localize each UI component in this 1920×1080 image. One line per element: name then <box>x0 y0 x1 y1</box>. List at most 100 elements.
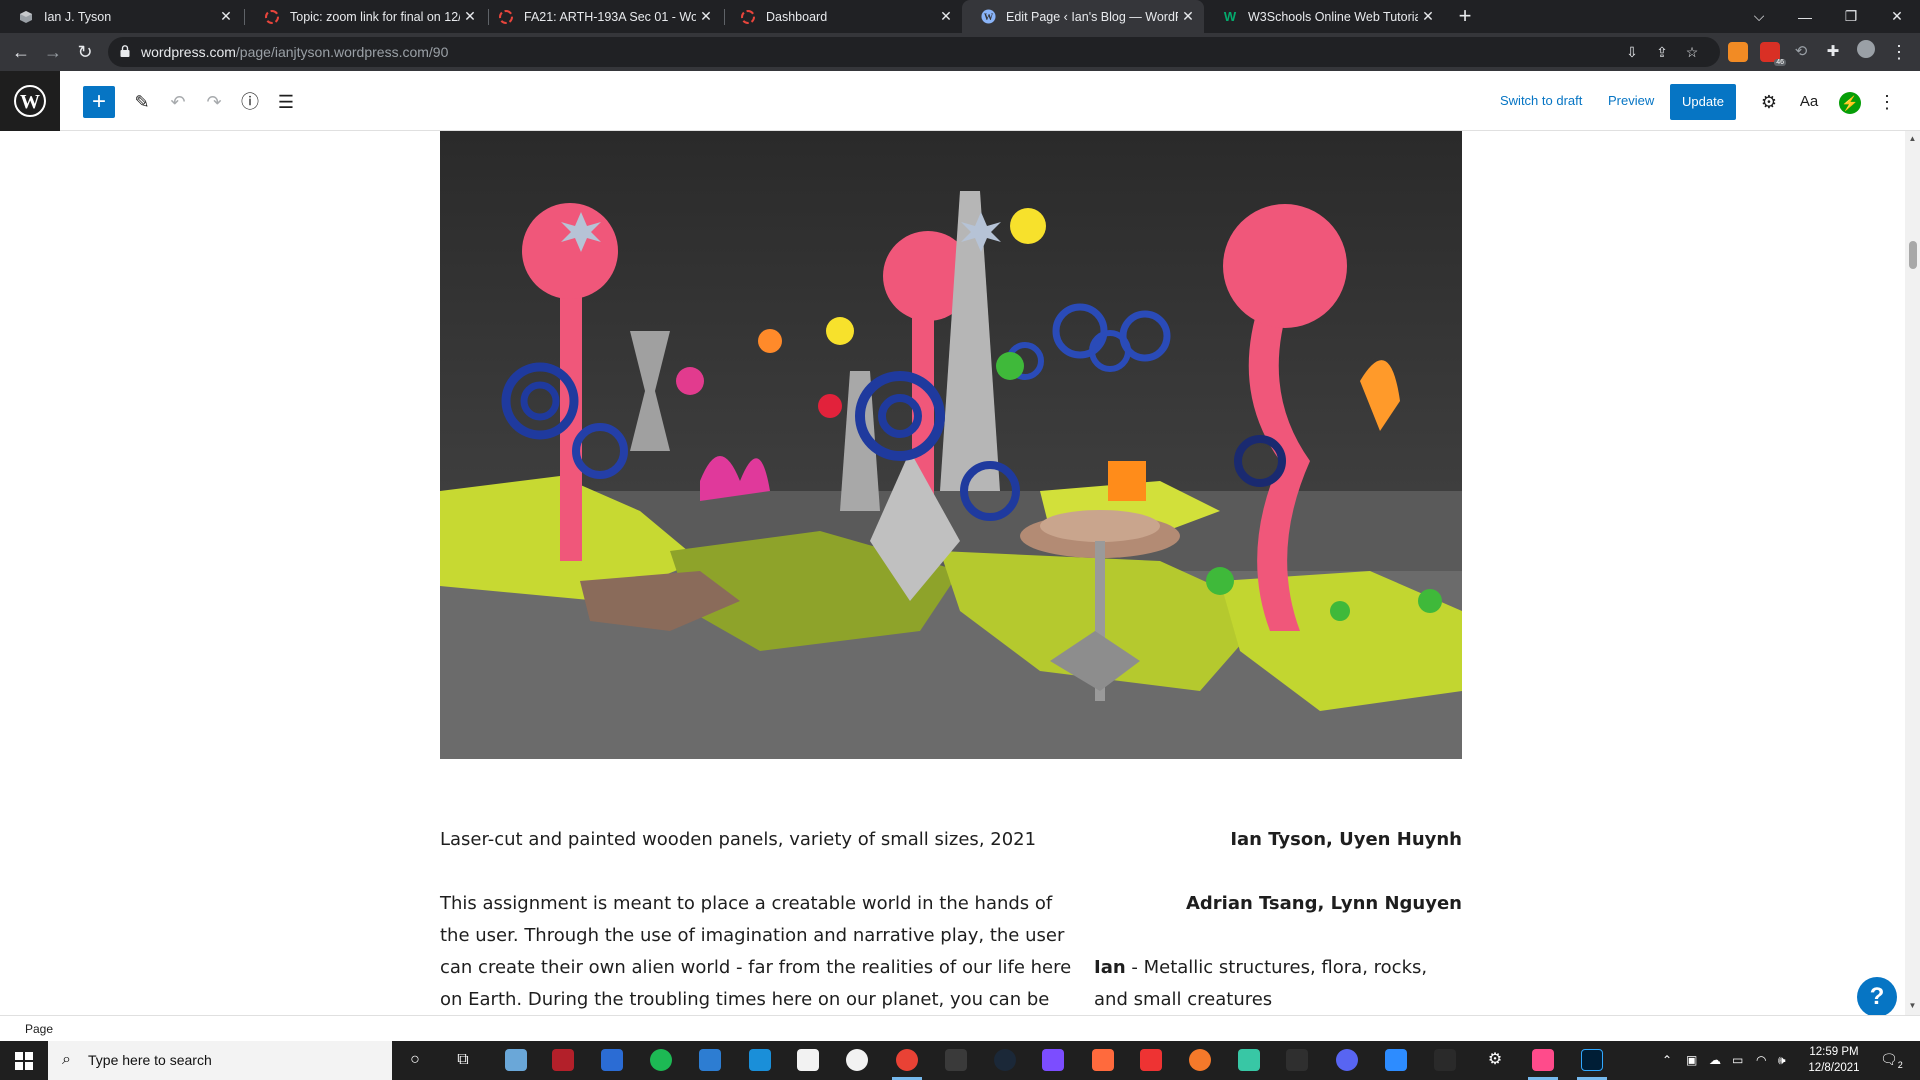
browser-tab-dashboard[interactable]: Dashboard ✕ <box>722 0 962 33</box>
tab-title: W3Schools Online Web Tutorials <box>1248 9 1418 24</box>
image-block[interactable] <box>440 131 1462 759</box>
taskbar-search-box[interactable]: ⌕ Type here to search <box>48 1041 392 1080</box>
settings-gear-icon[interactable]: ⚙ <box>1755 88 1783 116</box>
notification-center-icon[interactable]: 🗨2 <box>1880 1051 1903 1070</box>
image-caption[interactable]: Laser-cut and painted wooden panels, var… <box>440 824 1036 856</box>
close-tab-icon[interactable]: ✕ <box>1178 8 1198 25</box>
wifi-icon[interactable]: ◠ <box>1756 1053 1766 1067</box>
game-app-icon[interactable] <box>552 1049 574 1071</box>
wacom-icon[interactable] <box>846 1049 868 1071</box>
browser-menu-icon[interactable]: ⋮ <box>1886 39 1912 65</box>
search-icon: ⌕ <box>62 1051 71 1068</box>
profile-avatar[interactable] <box>1853 39 1879 65</box>
new-tab-button[interactable]: + <box>1452 4 1478 30</box>
info-icon[interactable]: ⓘ <box>236 88 264 116</box>
preview-button[interactable]: Preview <box>1608 93 1654 108</box>
close-window-icon[interactable]: ✕ <box>1874 0 1920 33</box>
bookmark-star-icon[interactable]: ☆ <box>1682 42 1702 62</box>
settings-gear-icon[interactable]: ⚙ <box>1482 1047 1508 1073</box>
creative-cloud-icon[interactable] <box>1532 1049 1554 1071</box>
reload-icon[interactable]: ↻ <box>72 39 98 65</box>
edit-tools-icon[interactable]: ✎ <box>128 88 156 116</box>
taskbar-clock[interactable]: 12:59 PM 12/8/2021 <box>1796 1044 1872 1076</box>
cube-icon <box>18 9 34 25</box>
browser-tab-topic-zoom[interactable]: Topic: zoom link for final on 12/9 ✕ <box>246 0 486 33</box>
maya-icon[interactable] <box>1238 1049 1260 1071</box>
forward-icon[interactable]: → <box>40 39 66 65</box>
close-tab-icon[interactable]: ✕ <box>696 8 716 25</box>
spotify-icon[interactable] <box>650 1049 672 1071</box>
help-button[interactable]: ? <box>1857 977 1897 1017</box>
wordpress-logo-icon[interactable]: W <box>0 71 60 131</box>
calendar-icon[interactable] <box>749 1049 771 1071</box>
tab-search-icon[interactable]: ⌵ <box>1736 0 1782 33</box>
restore-icon[interactable]: ❐ <box>1828 0 1874 33</box>
steam-icon[interactable] <box>994 1049 1016 1071</box>
battery-icon[interactable]: ▭ <box>1732 1053 1743 1067</box>
tab-title: Ian J. Tyson <box>44 9 112 24</box>
history-icon[interactable]: ⟲ <box>1788 39 1814 65</box>
photoshop-icon[interactable] <box>1581 1049 1603 1071</box>
cortana-icon[interactable]: ○ <box>402 1047 428 1073</box>
unity-icon[interactable] <box>1286 1049 1308 1071</box>
jetpack-icon[interactable]: ⚡ <box>1839 92 1861 114</box>
role-paragraph-ian[interactable]: Ian - Metallic structures, flora, rocks,… <box>1094 952 1464 1015</box>
close-tab-icon[interactable]: ✕ <box>216 8 236 25</box>
creative-cloud-icon[interactable] <box>1092 1049 1114 1071</box>
address-bar[interactable]: wordpress.com/page/ianjtyson.wordpress.c… <box>108 37 1720 67</box>
discord-icon[interactable] <box>1336 1049 1358 1071</box>
close-tab-icon[interactable]: ✕ <box>936 8 956 25</box>
editor-scrollbar[interactable]: ▲ ▼ <box>1905 131 1920 1015</box>
update-button[interactable]: Update <box>1670 84 1736 120</box>
install-app-icon[interactable]: ⇩ <box>1622 42 1642 62</box>
role-description: - Metallic structures, flora, rocks, and… <box>1094 957 1428 1010</box>
switch-to-draft-button[interactable]: Switch to draft <box>1500 93 1582 108</box>
extensions-puzzle-icon[interactable]: ✚ <box>1820 39 1846 65</box>
loading-icon <box>498 9 514 25</box>
block-breadcrumb[interactable]: Page <box>25 1022 53 1036</box>
redo-icon[interactable]: ↷ <box>200 88 228 116</box>
task-view-icon[interactable]: ⧉ <box>450 1047 476 1073</box>
itunes-icon[interactable] <box>797 1049 819 1071</box>
description-paragraph[interactable]: This assignment is meant to place a crea… <box>440 888 1080 1015</box>
zoom-icon[interactable] <box>1385 1049 1407 1071</box>
browser-tab-ian-tyson[interactable]: Ian J. Tyson ✕ <box>0 0 242 33</box>
file-explorer-icon[interactable] <box>505 1049 527 1071</box>
block-inserter-button[interactable]: + <box>83 86 115 118</box>
taskbar-search-placeholder: Type here to search <box>88 1052 212 1068</box>
editor-footer: Page <box>0 1015 1920 1041</box>
app-icon[interactable] <box>1140 1049 1162 1071</box>
typography-icon[interactable]: Aa <box>1795 88 1823 116</box>
browser-tab-edit-page[interactable]: W Edit Page ‹ Ian's Blog — WordPre ✕ <box>962 0 1204 33</box>
onedrive-icon[interactable]: ☁ <box>1709 1053 1721 1067</box>
microsoft-store-icon[interactable] <box>601 1049 623 1071</box>
extension-icon[interactable] <box>1728 42 1748 62</box>
options-menu-icon[interactable]: ⋮ <box>1873 88 1901 116</box>
extension-badge-icon[interactable]: 46 <box>1760 42 1786 66</box>
mail-icon[interactable] <box>699 1049 721 1071</box>
browser-tab-w3schools[interactable]: W W3Schools Online Web Tutorials ✕ <box>1204 0 1444 33</box>
chrome-icon[interactable] <box>896 1049 918 1071</box>
scroll-up-icon[interactable]: ▲ <box>1907 134 1918 143</box>
browser-tab-arth-193a[interactable]: FA21: ARTH-193A Sec 01 - World ✕ <box>480 0 722 33</box>
scroll-down-icon[interactable]: ▼ <box>1907 1001 1918 1010</box>
loading-icon <box>264 9 280 25</box>
list-view-icon[interactable]: ☰ <box>272 88 300 116</box>
volume-icon[interactable]: 🕪 <box>1778 1053 1786 1068</box>
credits-line-2[interactable]: Adrian Tsang, Lynn Nguyen <box>1186 888 1462 920</box>
tray-chevron-icon[interactable]: ⌃ <box>1662 1053 1672 1067</box>
epic-games-icon[interactable] <box>1434 1049 1456 1071</box>
tray-app-icon[interactable]: ▣ <box>1686 1053 1697 1067</box>
app-icon[interactable] <box>945 1049 967 1071</box>
minimize-icon[interactable]: — <box>1782 0 1828 33</box>
windows-start-icon[interactable] <box>0 1041 48 1080</box>
undo-icon[interactable]: ↶ <box>164 88 192 116</box>
close-tab-icon[interactable]: ✕ <box>460 8 480 25</box>
credits-line-1[interactable]: Ian Tyson, Uyen Huynh <box>1230 824 1462 856</box>
scrollbar-thumb[interactable] <box>1909 241 1917 269</box>
blender-icon[interactable] <box>1189 1049 1211 1071</box>
app-icon[interactable] <box>1042 1049 1064 1071</box>
back-icon[interactable]: ← <box>8 39 34 65</box>
close-tab-icon[interactable]: ✕ <box>1418 8 1438 25</box>
share-icon[interactable]: ⇪ <box>1652 42 1672 62</box>
